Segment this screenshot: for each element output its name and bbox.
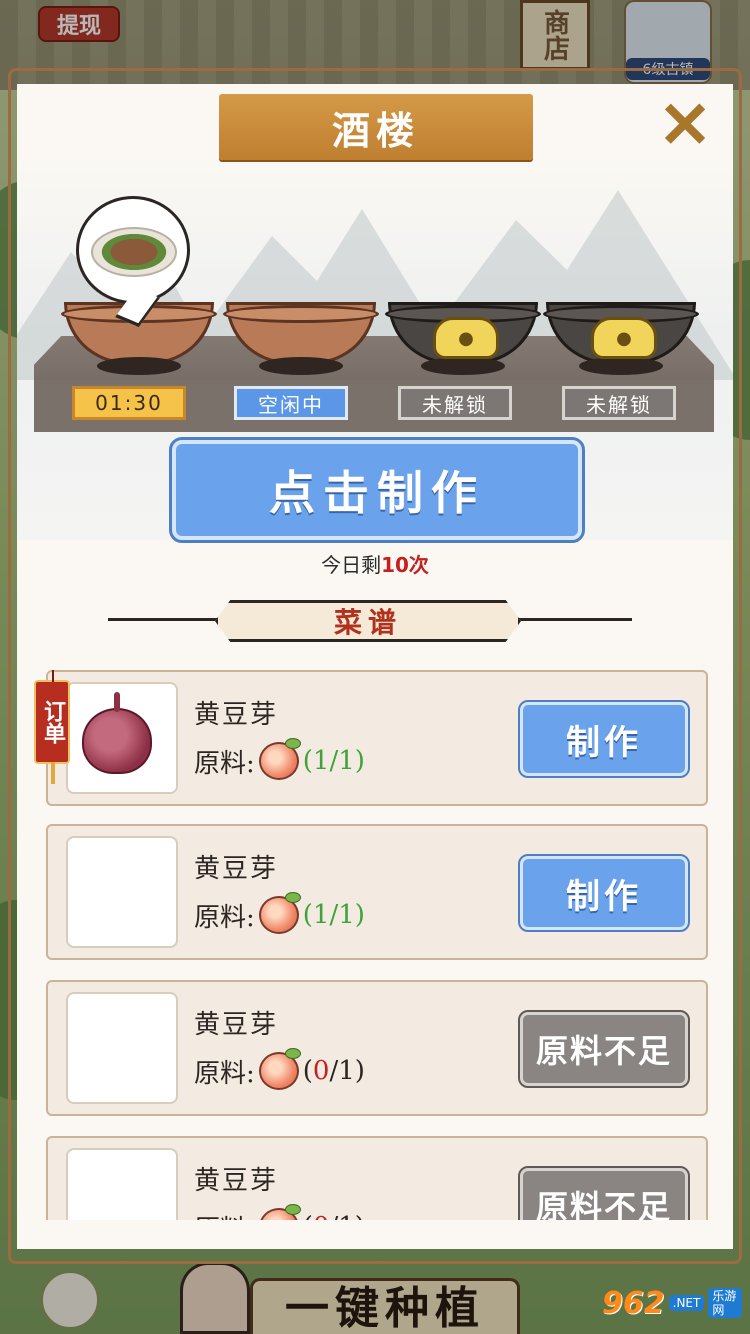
peach-icon [258,892,301,934]
panel-title: 酒楼 [219,94,533,160]
site-watermark: 962 .NET 乐游网 [602,1280,742,1326]
ingredient-count: (1/1) [302,746,365,776]
stove-4-status: 未解锁 [562,386,676,420]
divider-right [518,618,632,621]
click-to-cook-button[interactable]: 点击制作 [169,437,585,543]
recipe-ingredients: 原料: (0/1) [194,1048,365,1090]
recipe-card: 黄豆芽 原料: (0/1) 原料不足 [46,980,708,1116]
divider-left [108,618,218,621]
ingredient-count: (1/1) [302,900,365,930]
watermark-number: 962 [602,1285,665,1321]
recipe-header: 菜谱 [215,600,521,642]
ingredient-count: (0/1) [303,1212,365,1220]
recipe-thumbnail [66,836,178,948]
stove-1-status: 01:30 [72,386,186,420]
insufficient-ingredients-button[interactable]: 原料不足 [518,1010,690,1088]
make-button[interactable]: 制作 [518,854,690,932]
recipe-name: 黄豆芽 [194,1166,279,1196]
watermark-net: .NET [668,1294,705,1312]
ingredient-label: 原料: [194,748,255,779]
recipe-ingredients: 原料: (0/1) [194,1204,365,1221]
recipe-card: 黄豆芽 原料: (0/1) 原料不足 [46,1136,708,1220]
dish-icon [91,227,177,277]
remaining-number: 10次 [381,553,429,577]
remaining-count: 今日剩10次 [0,549,750,578]
recipe-ingredients: 原料: (1/1) [194,738,365,780]
recipe-card: 黄豆芽 原料: (1/1) 制作 [46,670,708,806]
recipe-ingredients: 原料: (1/1) [194,892,365,934]
ingredient-count: (0/1) [302,1056,365,1086]
close-icon[interactable]: ✕ [654,94,716,158]
stove-3-status: 未解锁 [398,386,512,420]
recipe-name: 黄豆芽 [194,854,279,884]
insufficient-ingredients-button[interactable]: 原料不足 [518,1166,690,1220]
remaining-prefix: 今日剩 [321,553,382,577]
peach-icon [258,1204,301,1220]
recipe-name: 黄豆芽 [194,700,279,730]
recipe-list[interactable]: 黄豆芽 原料: (1/1) 制作 黄豆芽 原料: (1/1) 制作 黄豆芽 原料… [46,670,708,1220]
lock-icon: ● [433,317,499,359]
cooking-dish-bubble[interactable] [76,196,190,304]
peach-icon [258,1048,301,1090]
ingredient-label: 原料: [194,1058,255,1089]
ingredient-label: 原料: [194,902,255,933]
recipe-thumbnail [66,992,178,1104]
watermark-site: 乐游网 [708,1287,742,1319]
lock-icon: ● [591,317,657,359]
order-tag: 订单 [34,670,70,784]
recipe-name: 黄豆芽 [194,1010,279,1040]
recipe-card: 黄豆芽 原料: (1/1) 制作 [46,824,708,960]
make-button[interactable]: 制作 [518,700,690,778]
stove-2-status: 空闲中 [234,386,348,420]
recipe-thumbnail [66,682,178,794]
ingredient-label: 原料: [194,1209,255,1221]
peach-icon [258,738,301,780]
recipe-thumbnail [66,1148,178,1220]
onion-icon [82,692,152,774]
